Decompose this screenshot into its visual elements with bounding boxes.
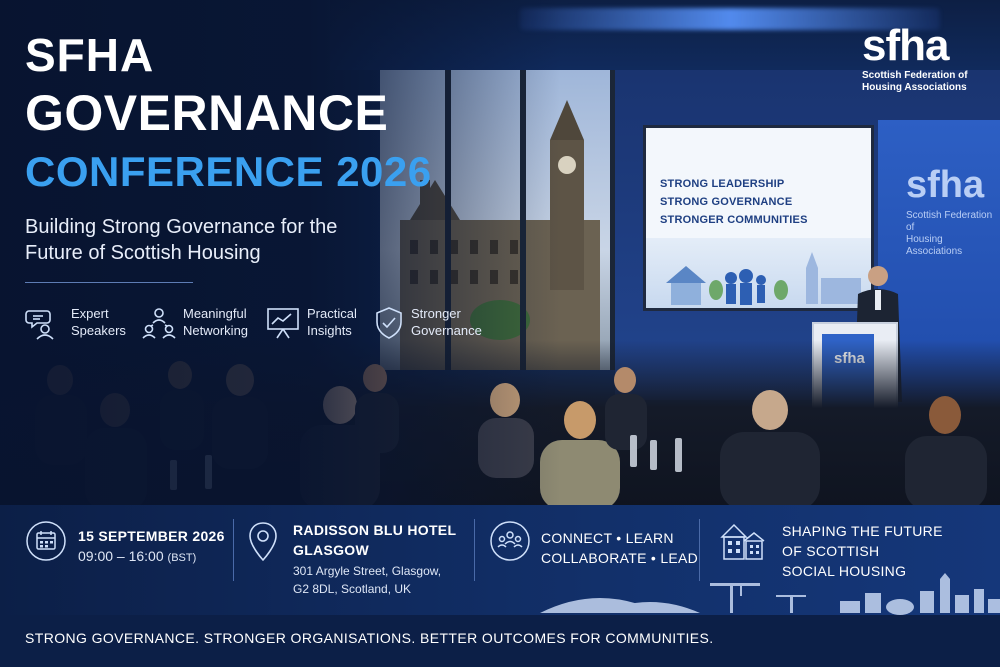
title-line-2: GOVERNANCE xyxy=(25,85,389,141)
presentation-screen: STRONG LEADERSHIP STRONG GOVERNANCE STRO… xyxy=(643,125,874,311)
housing-icon xyxy=(720,523,765,560)
logo-line: Scottish Federation of xyxy=(862,70,968,81)
logo-subtext: Scottish Federation of Housing Associati… xyxy=(862,70,982,94)
event-info-bar: 15 SEPTEMBER 2026 09:00 – 16:00 (BST) RA… xyxy=(0,505,1000,615)
divider xyxy=(25,282,193,283)
logo-line: Housing Associations xyxy=(862,82,967,93)
feature-line: Speakers xyxy=(71,323,126,338)
presentation-icon xyxy=(267,308,299,339)
banner-line: Scottish Federation of xyxy=(906,210,993,233)
subtitle: Building Strong Governance for the Futur… xyxy=(25,216,338,264)
themes-line-1: CONNECT • LEARN xyxy=(541,530,674,546)
themes-line-2: COLLABORATE • LEAD xyxy=(541,550,699,566)
feature-item: Expert Speakers xyxy=(25,303,135,343)
city-skyline-illustration xyxy=(540,573,1000,615)
screen-text-line: STRONG LEADERSHIP xyxy=(660,178,785,190)
venue-name-line-1: RADISSON BLU HOTEL xyxy=(293,522,457,538)
feature-label: Expert Speakers xyxy=(71,305,126,339)
title-line-3: CONFERENCE 2026 xyxy=(25,148,432,195)
network-icon xyxy=(142,308,176,339)
location-pin-icon xyxy=(249,522,277,562)
tagline: STRONG GOVERNANCE. STRONGER ORGANISATION… xyxy=(25,630,714,646)
feature-line: Stronger xyxy=(411,306,461,321)
feature-label: Stronger Governance xyxy=(411,305,482,339)
feature-item: Practical Insights xyxy=(265,303,375,343)
future-line-1: SHAPING THE FUTURE xyxy=(782,523,943,539)
banner-subtext: Scottish Federation of Housing Associati… xyxy=(906,210,1000,258)
feature-line: Practical xyxy=(307,306,357,321)
title-line-1: SFHA xyxy=(25,29,155,81)
venue-address-line-1: 301 Argyle Street, Glasgow, xyxy=(293,564,442,578)
feature-line: Meaningful xyxy=(183,306,247,321)
feature-item: Stronger Governance xyxy=(371,303,491,343)
community-icon xyxy=(490,521,530,561)
shield-check-icon xyxy=(376,307,402,339)
feature-label: Practical Insights xyxy=(307,305,357,339)
time-range: 09:00 – 16:00 xyxy=(78,548,164,564)
separator xyxy=(699,519,700,581)
future-line-2: OF SCOTTISH xyxy=(782,543,880,559)
timezone: (BST) xyxy=(167,552,197,564)
speakers-icon xyxy=(25,310,54,340)
feature-item: Meaningful Networking xyxy=(141,303,259,343)
features-row: Expert Speakers Meaningful Networking Pr… xyxy=(25,303,495,343)
banner-line: Housing Associations xyxy=(906,234,963,257)
banner-logo: sfha xyxy=(906,164,985,206)
feature-line: Networking xyxy=(183,323,249,338)
sfha-logo: sfha Scottish Federation of Housing Asso… xyxy=(862,24,982,94)
venue-address-line-2: G2 8DL, Scotland, UK xyxy=(293,582,412,596)
conference-poster: STRONG LEADERSHIP STRONG GOVERNANCE STRO… xyxy=(0,0,1000,667)
screen-illustration xyxy=(646,238,871,308)
feature-line: Insights xyxy=(307,323,352,338)
screen-text-line: STRONGER COMMUNITIES xyxy=(660,214,808,226)
feature-line: Expert xyxy=(71,306,109,321)
screen-text-line: STRONG GOVERNANCE xyxy=(660,196,793,208)
separator xyxy=(233,519,234,581)
venue-name-line-2: GLASGOW xyxy=(293,542,369,558)
feature-label: Meaningful Networking xyxy=(183,305,248,339)
feature-line: Governance xyxy=(411,323,482,338)
logo-mark: sfha xyxy=(862,21,949,70)
separator xyxy=(474,519,475,581)
calendar-icon xyxy=(26,521,66,561)
event-date: 15 SEPTEMBER 2026 xyxy=(78,528,225,544)
event-time: 09:00 – 16:00 (BST) xyxy=(78,546,196,568)
